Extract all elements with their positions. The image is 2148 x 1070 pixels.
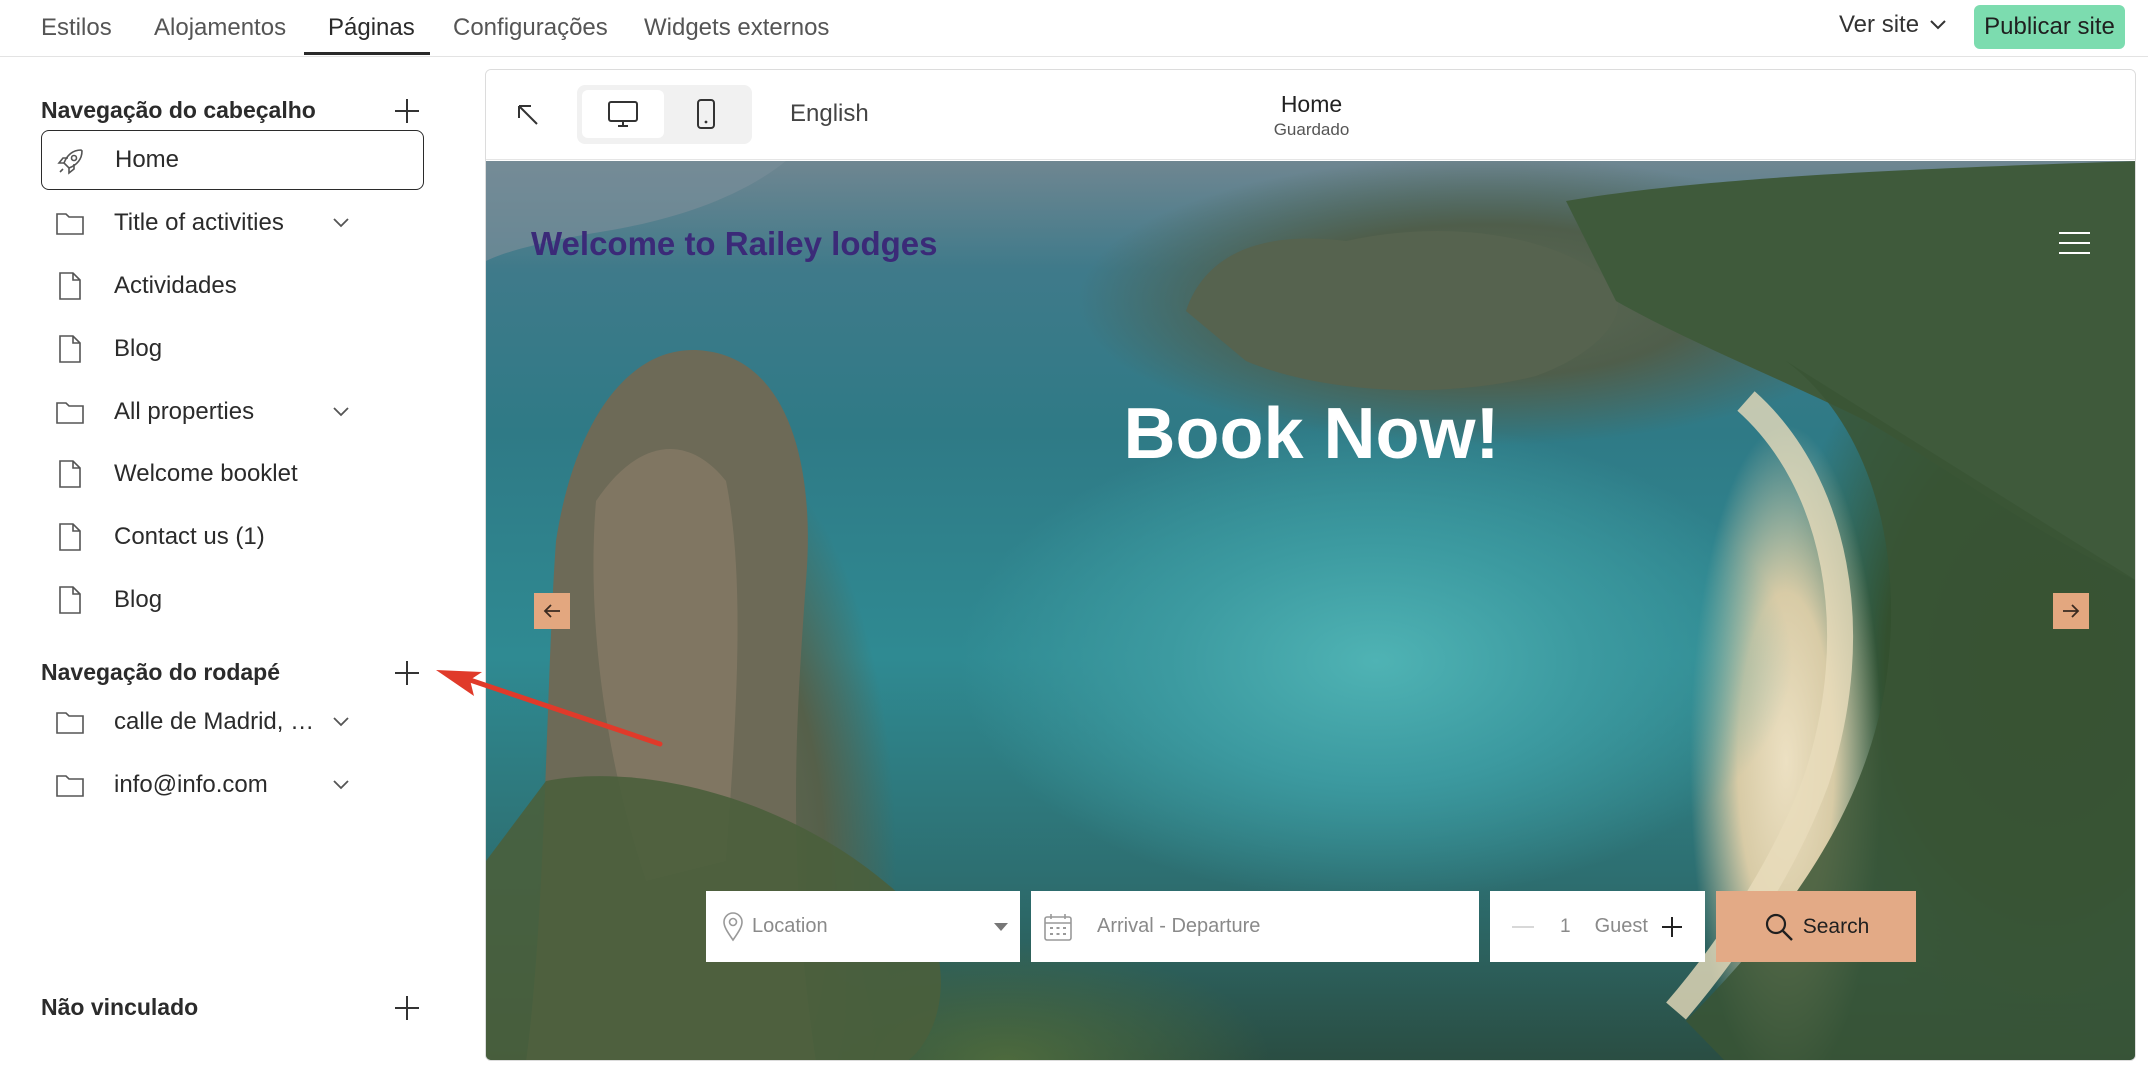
add-unlinked-page-plus-icon[interactable] [392, 993, 422, 1023]
chevron-down-icon[interactable] [332, 716, 350, 728]
sidebar-item-label: Home [115, 146, 180, 173]
carousel-next-button[interactable] [2053, 593, 2089, 629]
sidebar-item-welcome-booklet[interactable]: Welcome booklet [41, 444, 424, 504]
sidebar-item-label: Blog [114, 586, 163, 613]
add-header-page-plus-icon[interactable] [392, 96, 422, 126]
annotation-arrow-icon [436, 670, 663, 747]
sidebar-item-all-properties[interactable]: All properties [41, 382, 424, 442]
hamburger-menu-icon[interactable] [2059, 231, 2090, 255]
chevron-down-icon[interactable] [332, 406, 350, 418]
location-select[interactable]: Location [706, 891, 1020, 962]
location-placeholder: Location [752, 915, 828, 937]
minus-icon[interactable] [1512, 925, 1534, 929]
guest-stepper: 1 Guest [1490, 891, 1705, 962]
search-button-label: Search [1802, 914, 1870, 938]
save-status: Guardado [1273, 120, 1350, 139]
add-footer-page-plus-icon[interactable] [392, 658, 422, 688]
view-site-label: Ver site [1839, 11, 1920, 38]
preview-toolbar: English Home Guardado [486, 70, 2135, 160]
view-site-dropdown[interactable]: Ver site [1839, 11, 1947, 39]
folder-icon [56, 712, 84, 734]
chevron-down-icon[interactable] [332, 779, 350, 791]
tab-widgets-externos[interactable]: Widgets externos [644, 14, 829, 42]
location-pin-icon [723, 911, 743, 941]
tab-estilos[interactable]: Estilos [41, 14, 112, 42]
hero-headline: Book Now! [1123, 394, 1500, 474]
rocket-icon [57, 149, 83, 175]
folder-icon [56, 402, 84, 424]
pages-sidebar: Navegação do cabeçalho Home Title of act… [0, 58, 470, 1070]
page-icon [59, 586, 81, 614]
top-navigation-bar: Estilos Alojamentos Páginas Configuraçõe… [0, 0, 2148, 57]
sidebar-item-label: Blog [114, 335, 163, 362]
chevron-down-icon [1930, 20, 1946, 30]
tab-paginas[interactable]: Páginas [328, 14, 415, 42]
page-icon [59, 460, 81, 488]
date-range-input[interactable]: Arrival - Departure [1031, 891, 1479, 962]
publish-site-button[interactable]: Publicar site [1974, 5, 2125, 49]
unlinked-title: Não vinculado [41, 994, 199, 1020]
folder-icon [56, 213, 84, 235]
sidebar-item-label: info@info.com [114, 771, 268, 798]
guest-label: Guest [1594, 915, 1648, 937]
sidebar-item-label: Title of activities [114, 209, 284, 236]
hero-section: Welcome to Railey lodges Book Now! Locat… [486, 161, 2135, 1060]
folder-icon [56, 775, 84, 797]
sidebar-item-footer-email[interactable]: info@info.com [41, 755, 424, 815]
preview-page-title: Home [1280, 91, 1343, 117]
carousel-prev-button[interactable] [534, 593, 570, 629]
sidebar-item-home[interactable]: Home [41, 130, 424, 190]
tab-configuracoes[interactable]: Configurações [453, 14, 608, 42]
page-icon [59, 523, 81, 551]
sidebar-item-label: Actividades [114, 272, 237, 299]
sidebar-item-actividades[interactable]: Actividades [41, 256, 424, 316]
sidebar-item-blog-2[interactable]: Blog [41, 570, 424, 630]
guest-count: 1 [1560, 915, 1571, 937]
caret-down-icon [994, 923, 1008, 931]
arrow-left-icon [543, 604, 560, 618]
search-icon [1765, 913, 1793, 941]
page-icon [59, 335, 81, 363]
tab-alojamentos[interactable]: Alojamentos [154, 14, 286, 42]
header-nav-title: Navegação do cabeçalho [41, 97, 316, 123]
plus-icon[interactable] [1660, 915, 1684, 939]
sidebar-item-blog[interactable]: Blog [41, 319, 424, 379]
sidebar-item-label: calle de Madrid, … [114, 708, 315, 735]
footer-nav-title: Navegação do rodapé [41, 659, 281, 685]
active-tab-indicator [304, 52, 430, 55]
sidebar-item-title-of-activities[interactable]: Title of activities [41, 193, 424, 253]
chevron-down-icon[interactable] [332, 217, 350, 229]
hero-welcome-text: Welcome to Railey lodges [531, 225, 938, 262]
arrow-right-icon [2063, 604, 2080, 618]
sidebar-item-footer-address[interactable]: calle de Madrid, … [41, 692, 424, 752]
page-preview-frame: English Home Guardado Welcome to Railey … [485, 69, 2136, 1061]
search-button[interactable]: Search [1716, 891, 1916, 962]
page-icon [59, 272, 81, 300]
sidebar-item-label: All properties [114, 398, 255, 425]
sidebar-item-label: Contact us (1) [114, 523, 265, 550]
sidebar-item-label: Welcome booklet [114, 460, 298, 487]
sidebar-item-contact-us[interactable]: Contact us (1) [41, 507, 424, 567]
dates-placeholder: Arrival - Departure [1097, 915, 1261, 937]
calendar-icon [1044, 913, 1072, 941]
